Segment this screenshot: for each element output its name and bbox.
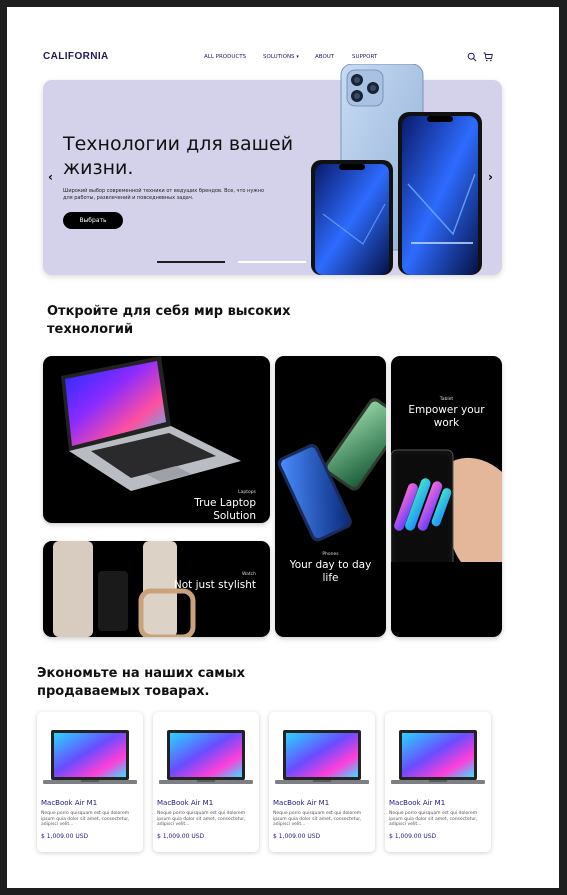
phones-image [277, 398, 386, 542]
search-icon[interactable] [467, 52, 477, 62]
product-card[interactable]: MacBook Air M1 Neque porro quisquam est … [37, 712, 143, 852]
product-image [391, 730, 485, 784]
laptop-image [61, 356, 241, 491]
card-title: Your day to day life [289, 559, 372, 584]
product-card[interactable]: MacBook Air M1 Neque porro quisquam est … [385, 712, 491, 852]
slider-dot-1[interactable] [157, 261, 225, 263]
product-price: $ 1,009.00 USD [157, 833, 205, 840]
card-category-label: Laptops [238, 490, 256, 495]
nav-solutions[interactable]: SOLUTIONS ▾ [263, 53, 299, 61]
card-title: True Laptop Solution [194, 497, 256, 522]
nav-all-products[interactable]: ALL PRODUCTS [204, 53, 246, 61]
hero-title: Технологии для вашей жизни. [63, 133, 294, 179]
nav-about[interactable]: ABOUT [315, 53, 334, 61]
card-category-label: Tablet [439, 397, 454, 402]
logo[interactable]: CALIFORNIA [43, 51, 109, 63]
discover-title: Откройте для себя мир высоких технологий [47, 304, 291, 337]
product-description: Neque porro quisquam est qui dolorem ips… [41, 811, 130, 827]
category-card-laptops[interactable]: Laptops True Laptop Solution [43, 356, 270, 523]
category-card-watch[interactable]: Watch Not just stylisht [43, 541, 270, 637]
hero-banner: Технологии для вашей жизни. Широкий выбо… [43, 64, 502, 275]
product-card[interactable]: MacBook Air M1 Neque porro quisquam est … [153, 712, 259, 852]
product-name[interactable]: MacBook Air M1 [273, 799, 329, 808]
product-image [159, 730, 253, 784]
card-title: Not just stylisht [173, 579, 256, 591]
product-image [275, 730, 369, 784]
hero-cta-button[interactable]: Выбрать [63, 212, 123, 229]
hero-phones-image [311, 64, 482, 275]
tablet-image [391, 449, 502, 562]
product-description: Neque porro quisquam est qui dolorem ips… [389, 811, 478, 827]
nav-support[interactable]: SUPPORT [352, 53, 377, 61]
product-price: $ 1,009.00 USD [389, 833, 437, 840]
hero-next-arrow-icon[interactable]: › [488, 170, 493, 184]
product-name[interactable]: MacBook Air M1 [389, 799, 445, 808]
hero-prev-arrow-icon[interactable]: ‹ [48, 170, 53, 184]
product-price: $ 1,009.00 USD [273, 833, 321, 840]
page: CALIFORNIA ALL PRODUCTS SOLUTIONS ▾ ABOU… [7, 7, 559, 888]
category-card-tablet[interactable]: Tablet Empower your work [391, 356, 502, 637]
card-category-label: Watch [241, 572, 256, 577]
hero-subtitle: Широкий выбор современной техники от вед… [63, 188, 265, 201]
category-card-phones[interactable]: Phones Your day to day life [275, 356, 386, 637]
product-price: $ 1,009.00 USD [41, 833, 89, 840]
card-category-label: Phones [322, 552, 339, 557]
nav-solutions-label: SOLUTIONS [263, 54, 295, 60]
product-card[interactable]: MacBook Air M1 Neque porro quisquam est … [269, 712, 375, 852]
product-description: Neque porro quisquam est qui dolorem ips… [273, 811, 362, 827]
card-title: Empower your work [408, 404, 485, 429]
slider-dot-2[interactable] [238, 261, 306, 263]
product-name[interactable]: MacBook Air M1 [157, 799, 213, 808]
chevron-down-icon: ▾ [296, 54, 299, 60]
cart-icon[interactable] [483, 52, 493, 62]
product-image [43, 730, 137, 784]
product-name[interactable]: MacBook Air M1 [41, 799, 97, 808]
product-description: Neque porro quisquam est qui dolorem ips… [157, 811, 246, 827]
bestsellers-title: Экономьте на наших самых продаваемых тов… [37, 666, 246, 699]
